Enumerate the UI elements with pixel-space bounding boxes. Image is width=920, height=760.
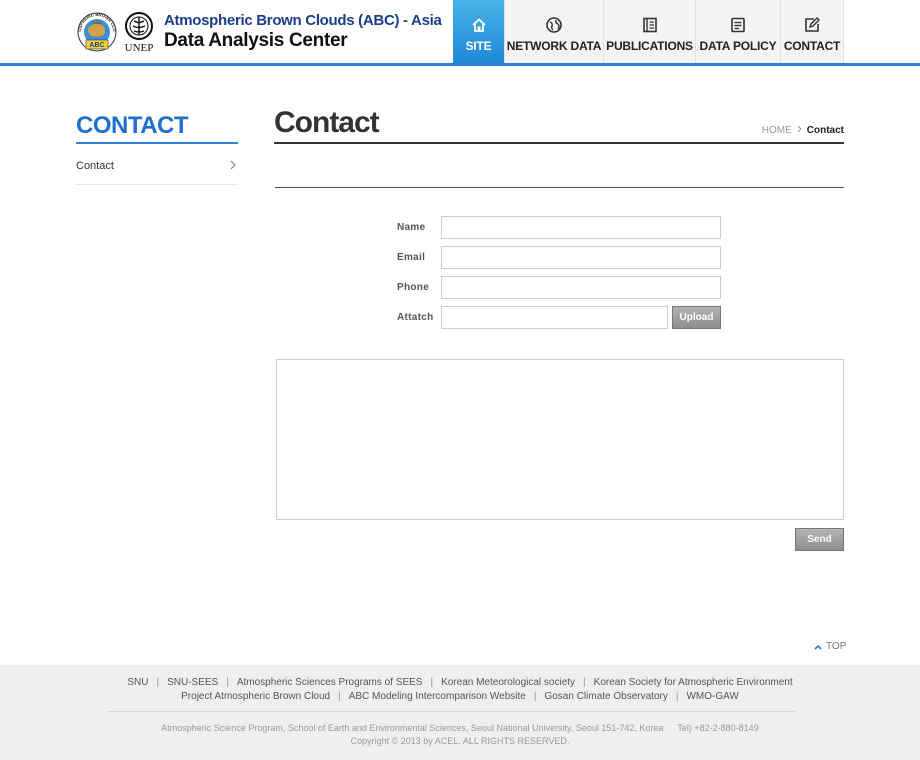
back-to-top-label: TOP: [826, 641, 847, 652]
back-to-top-link[interactable]: TOP: [814, 641, 846, 652]
nav-site[interactable]: SITE: [453, 0, 504, 63]
abc-badge: ABC: [89, 42, 104, 49]
breadcrumb-home[interactable]: HOME: [762, 125, 792, 136]
footer-link[interactable]: WMO-GAW: [686, 691, 738, 702]
footer-tel: Tel) +82-2-880-8149: [677, 723, 759, 733]
nav-publications-label: PUBLICATIONS: [606, 39, 693, 53]
footer-link[interactable]: Korean Society for Atmospheric Environme…: [594, 677, 793, 688]
site-footer: SNU | SNU-SEES | Atmospheric Sciences Progra…: [0, 665, 920, 760]
phone-row: Phone: [397, 276, 721, 299]
name-input[interactable]: [441, 216, 721, 239]
site-title-line2: Data Analysis Center: [164, 30, 348, 51]
sidebar-title: CONTACT: [76, 112, 189, 139]
footer-link[interactable]: SNU: [127, 677, 148, 688]
home-icon: [471, 18, 486, 32]
nav-data-policy-label: DATA POLICY: [699, 39, 777, 53]
logo-area[interactable]: ATMOSPHERIC BROWN CLOUDS ABC UNEP Atmosp…: [74, 8, 442, 54]
site-header: ATMOSPHERIC BROWN CLOUDS ABC UNEP Atmosp…: [0, 0, 920, 66]
abc-logo: ATMOSPHERIC BROWN CLOUDS ABC: [74, 8, 118, 52]
email-input[interactable]: [441, 246, 721, 269]
chevron-right-icon: [797, 125, 802, 136]
attach-row: Attatch Upload: [397, 306, 721, 329]
nav-contact[interactable]: CONTACT: [780, 0, 844, 63]
footer-divider: [107, 711, 795, 712]
nav-publications[interactable]: PUBLICATIONS: [603, 0, 695, 63]
globe-icon: [546, 17, 562, 33]
name-row: Name: [397, 216, 721, 239]
nav-network-data[interactable]: NETWORK DATA: [504, 0, 603, 63]
book-icon: [642, 17, 657, 33]
site-title-line1: Atmospheric Brown Clouds (ABC) - Asia: [164, 12, 442, 29]
send-button[interactable]: Send: [795, 528, 844, 551]
site-title: Atmospheric Brown Clouds (ABC) - Asia Da…: [164, 12, 442, 52]
sidebar-title-underline: [76, 142, 238, 144]
name-label: Name: [397, 222, 426, 233]
edit-icon: [805, 17, 820, 32]
message-textarea[interactable]: [276, 359, 844, 520]
email-row: Email: [397, 246, 721, 269]
document-icon: [731, 17, 745, 33]
footer-link[interactable]: Korean Meteorological society: [441, 677, 575, 688]
footer-address-line: Atmospheric Science Program, School of E…: [0, 723, 920, 733]
breadcrumb-current: Contact: [806, 125, 844, 136]
footer-link[interactable]: Atmospheric Sciences Programs of SEES: [237, 677, 423, 688]
nav-site-label: SITE: [465, 39, 492, 53]
phone-label: Phone: [397, 282, 430, 293]
footer-link[interactable]: ABC Modeling Intercomparison Website: [349, 691, 526, 702]
footer-links-row1: SNU | SNU-SEES | Atmospheric Sciences Progra…: [127, 677, 793, 688]
footer-copyright: Copyright © 2013 by ACEL. ALL RIGHTS RES…: [350, 736, 570, 746]
chevron-right-icon: [230, 159, 236, 173]
attach-input[interactable]: [441, 306, 668, 329]
nav-network-data-label: NETWORK DATA: [506, 39, 602, 53]
nav-data-policy[interactable]: DATA POLICY: [695, 0, 780, 63]
unep-label: UNEP: [124, 42, 154, 54]
page-title: Contact: [274, 106, 380, 139]
footer-link[interactable]: Gosan Climate Observatory: [544, 691, 667, 702]
footer-links-row2: Project Atmospheric Brown Cloud | ABC Mode…: [181, 691, 739, 702]
main-nav: SITE NETWORK DATA PUBLICATIONS DATA POLI…: [453, 0, 844, 63]
upload-button[interactable]: Upload: [672, 306, 721, 329]
attach-label: Attatch: [397, 312, 434, 323]
breadcrumb: HOME Contact: [762, 125, 844, 136]
nav-contact-label: CONTACT: [783, 39, 841, 53]
section-divider: [275, 187, 844, 188]
sidebar-item-label: Contact: [76, 160, 114, 172]
footer-link[interactable]: Project Atmospheric Brown Cloud: [181, 691, 330, 702]
page-title-divider: [274, 142, 844, 144]
arrow-up-icon: [814, 642, 822, 652]
unep-logo: UNEP: [122, 12, 156, 54]
footer-address: Atmospheric Science Program, School of E…: [161, 723, 664, 733]
sidebar-item-contact[interactable]: Contact: [76, 148, 238, 185]
footer-link[interactable]: SNU-SEES: [167, 677, 218, 688]
email-label: Email: [397, 252, 426, 263]
phone-input[interactable]: [441, 276, 721, 299]
